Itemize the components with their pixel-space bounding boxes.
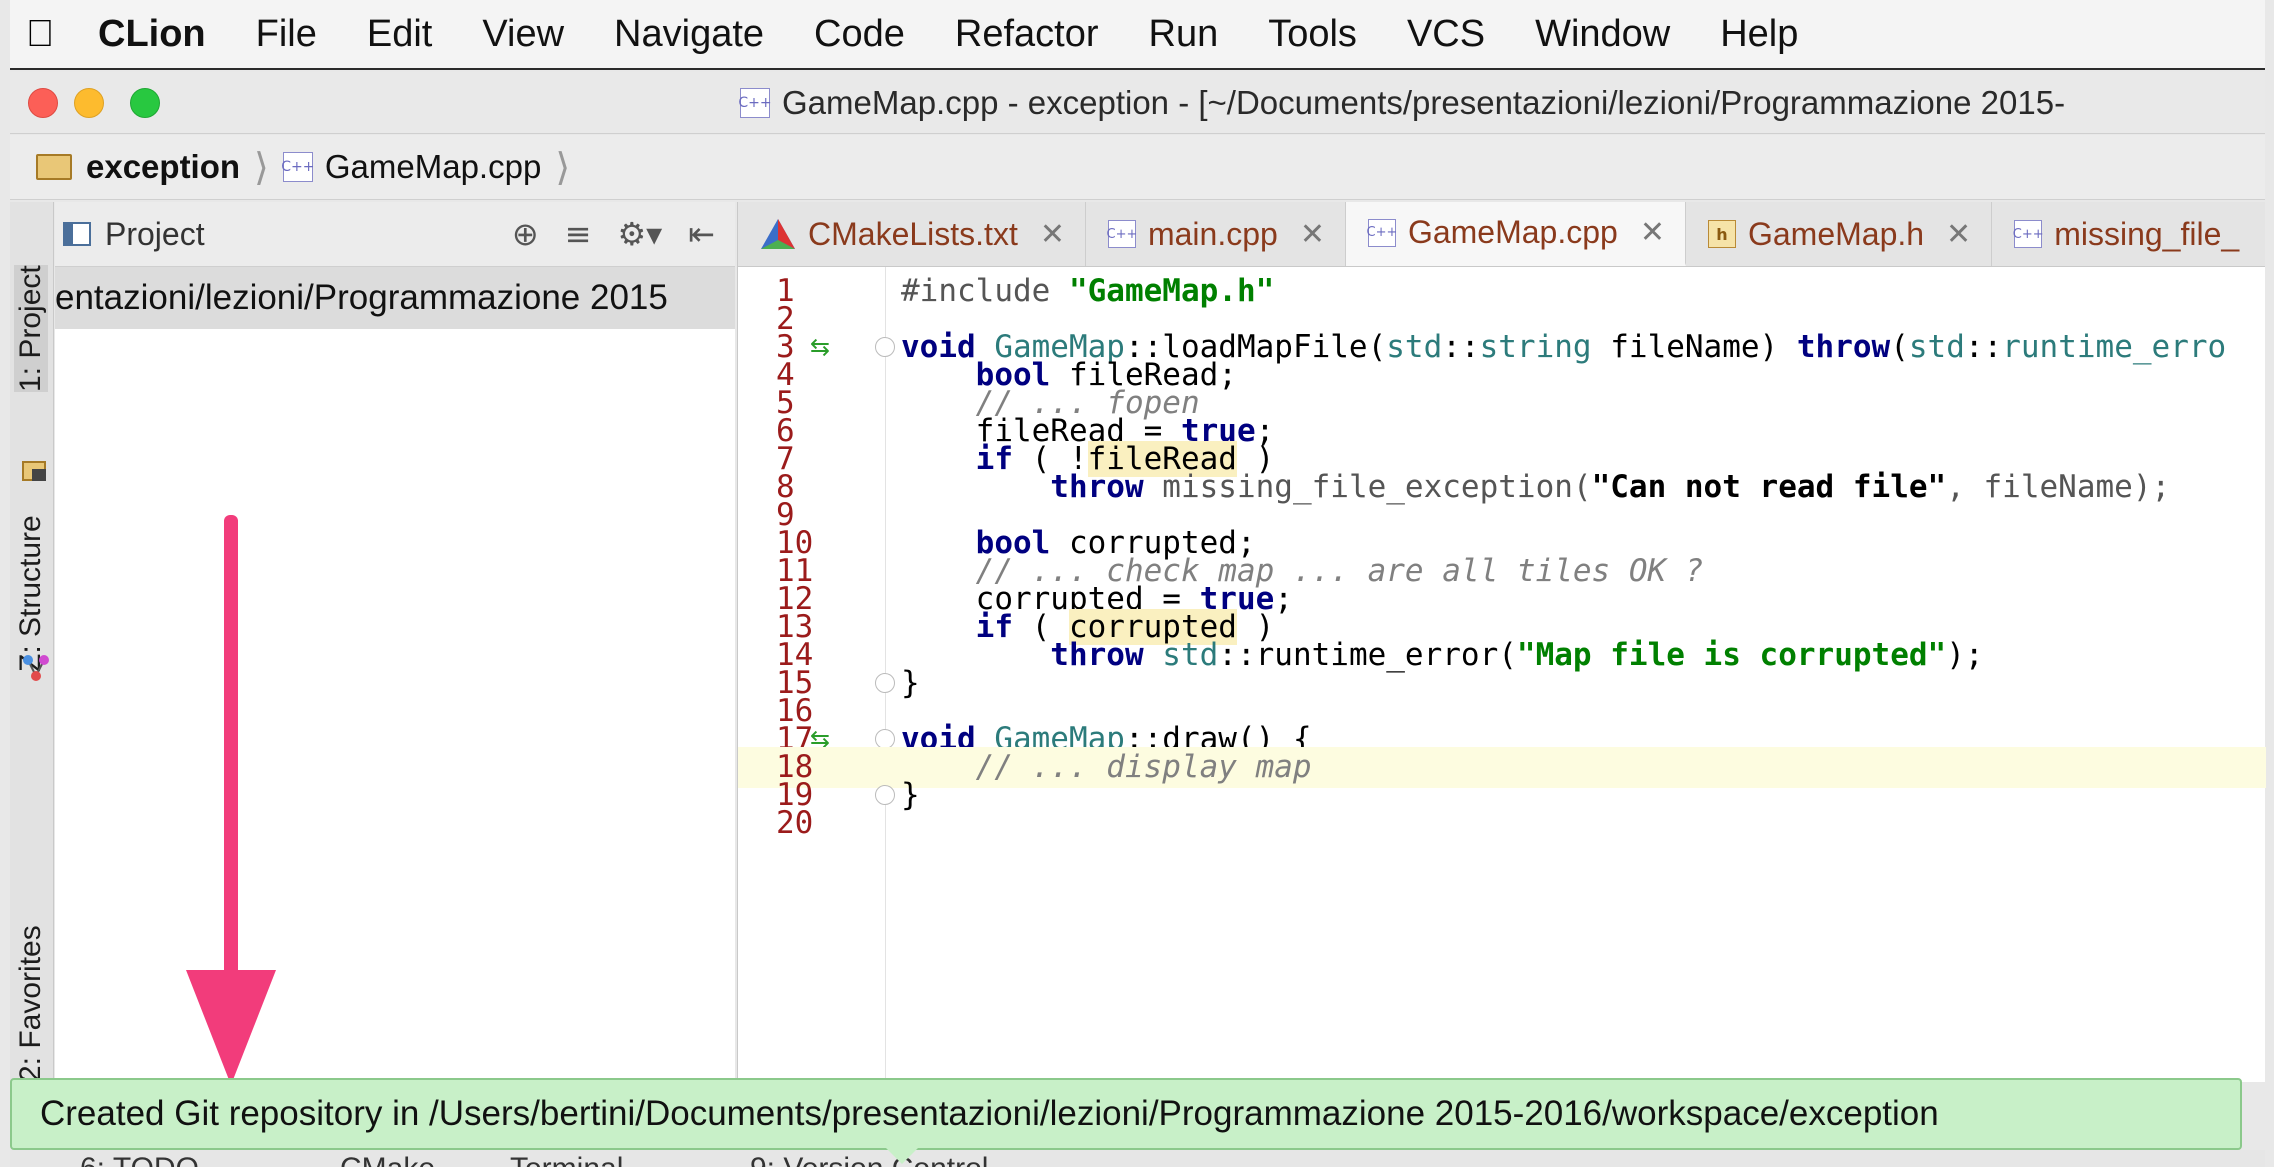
fold-icon[interactable] [875,673,895,693]
project-view-icon [63,222,91,246]
folder-icon [36,154,72,180]
tab-main-cpp[interactable]: C++ main.cpp ✕ [1086,202,1346,266]
fold-icon[interactable] [875,785,895,805]
close-tab-icon[interactable]: ✕ [1640,215,1665,250]
menu-app-name[interactable]: CLion [70,13,231,56]
clion-window:  CLion File Edit View Navigate Code Ref… [0,0,2274,1167]
menu-tools[interactable]: Tools [1243,13,1382,56]
locate-icon[interactable]: ⊕ [512,215,539,253]
header-file-icon: h [1707,220,1736,248]
tab-label: main.cpp [1147,215,1278,252]
git-notification-balloon[interactable]: Created Git repository in /Users/bertini… [10,1078,2242,1150]
gear-icon[interactable]: ⚙▾ [617,215,662,253]
project-panel-title: Project [105,215,205,252]
tab-gamemap-h[interactable]: h GameMap.h ✕ [1686,202,1993,266]
breadcrumb: exception ⟩ C++ GameMap.cpp ⟩ [10,135,2265,200]
notification-pointer [886,1148,918,1164]
close-tab-icon[interactable]: ✕ [1946,217,1971,252]
structure-icon [23,655,49,681]
cpp-file-icon: C++ [2013,220,2044,248]
close-tab-icon[interactable]: ✕ [1040,217,1065,252]
breadcrumb-file[interactable]: C++ GameMap.cpp [273,148,551,186]
breadcrumb-separator: ⟩ [555,146,571,189]
breadcrumb-file-label: GameMap.cpp [324,148,542,185]
collapse-all-icon[interactable]: ≡ [565,215,592,253]
menu-vcs[interactable]: VCS [1382,13,1510,56]
menu-navigate[interactable]: Navigate [589,13,789,56]
cpp-file-icon: C++ [1367,218,1397,247]
project-view-selector[interactable]: Project [63,216,205,253]
annotation-arrow-shaft [224,515,238,985]
fold-icon[interactable] [875,337,895,357]
tab-missing-file[interactable]: C++ missing_file_ [1992,202,2259,266]
cpp-file-icon: C++ [281,152,315,182]
tab-cmake[interactable]: CMake [340,1152,435,1167]
tab-structure[interactable]: Z: Structure [14,515,48,672]
menu-view[interactable]: View [457,13,589,56]
project-folder-icon [22,461,46,481]
breadcrumb-folder[interactable]: exception [10,148,250,186]
window-title-text: GameMap.cpp - exception - [~/Documents/p… [782,84,2066,121]
tab-label: CMakeLists.txt [808,215,1018,252]
tab-favorites[interactable]: 2: Favorites [14,925,48,1082]
project-tree-root[interactable]: entazioni/lezioni/Programmazione 2015 [55,267,735,329]
close-tab-icon[interactable]: ✕ [1300,217,1325,252]
menu-help[interactable]: Help [1695,13,1823,56]
tab-terminal[interactable]: Terminal [510,1152,623,1167]
code-line[interactable]: 20 [738,803,2266,844]
tab-todo[interactable]: 6: TODO [80,1152,199,1167]
breadcrumb-separator: ⟩ [254,146,269,189]
apple-icon[interactable]:  [10,13,70,56]
title-bar: C++ GameMap.cpp - exception - [~/Documen… [10,72,2265,134]
tool-window-strip: 1: Project Z: Structure 2: Favorites [10,202,54,1082]
tab-cmakelists[interactable]: CMakeLists.txt ✕ [738,202,1086,266]
tab-label: GameMap.h [1747,215,1925,252]
breadcrumb-folder-label: exception [86,148,241,185]
cpp-file-icon: C++ [1107,220,1137,248]
tab-project[interactable]: 1: Project [14,265,48,392]
menu-window[interactable]: Window [1510,13,1695,56]
close-window-button[interactable] [28,88,58,118]
tab-label: missing_file_ [2054,215,2240,252]
menu-refactor[interactable]: Refactor [930,13,1124,56]
tab-version-control[interactable]: 9: Version Control [750,1152,988,1167]
annotation-arrow-head [186,970,276,1085]
bottom-tool-bar: 6: TODO CMake Terminal 9: Version Contro… [10,1150,2265,1167]
menu-run[interactable]: Run [1124,13,1244,56]
cmake-icon [761,219,795,249]
editor-tabs: CMakeLists.txt ✕ C++ main.cpp ✕ C++ Game… [738,202,2265,267]
project-panel-header: Project ⊕ ≡ ⚙▾ ⇤ [55,202,735,267]
menu-code[interactable]: Code [789,13,930,56]
code-editor[interactable]: 1 #include "GameMap.h" 2 3 ⇆ void GameMap::… [738,267,2266,1082]
menu-edit[interactable]: Edit [342,13,457,56]
tab-gamemap-cpp[interactable]: C++ GameMap.cpp ✕ [1345,202,1686,266]
hide-panel-icon[interactable]: ⇤ [688,215,715,253]
tab-label: GameMap.cpp [1407,214,1618,250]
line-number: 20 [776,805,814,841]
window-title: C++ GameMap.cpp - exception - [~/Documen… [738,84,2066,122]
cpp-file-icon: C++ [738,88,772,118]
minimize-window-button[interactable] [74,88,104,118]
menu-bar:  CLion File Edit View Navigate Code Ref… [10,0,2265,70]
menu-file[interactable]: File [231,13,342,56]
project-toolbar: ⊕ ≡ ⚙▾ ⇤ [512,215,715,253]
editor-area: CMakeLists.txt ✕ C++ main.cpp ✕ C++ Game… [737,202,2266,1082]
zoom-window-button[interactable] [130,88,160,118]
fold-icon[interactable] [875,729,895,749]
project-panel: Project ⊕ ≡ ⚙▾ ⇤ entazioni/lezioni/Progr… [55,202,735,1082]
